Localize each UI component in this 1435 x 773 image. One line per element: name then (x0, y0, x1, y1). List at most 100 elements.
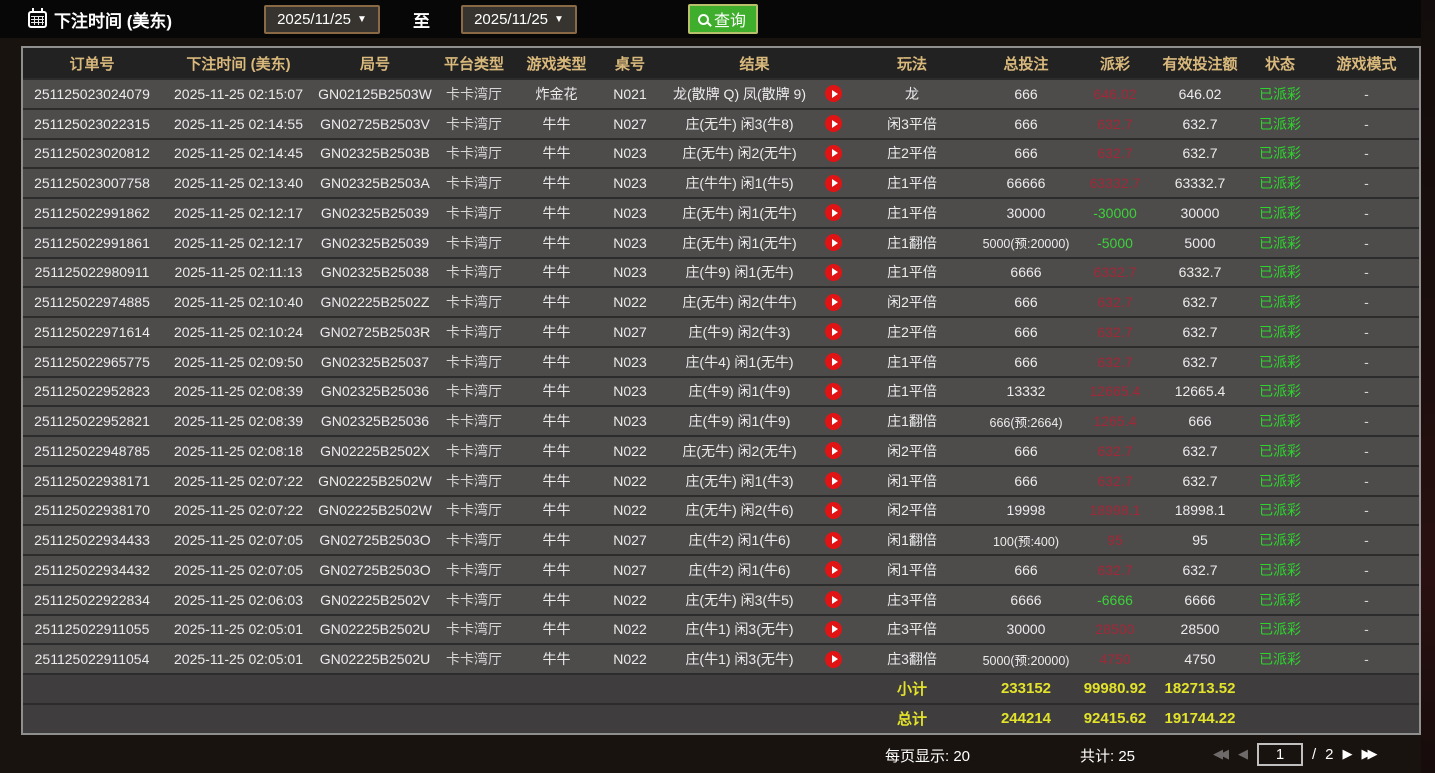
play-video-icon[interactable] (825, 502, 842, 519)
bet-time-cell: 2025-11-25 02:05:01 (161, 621, 316, 637)
platform-cell: 卡卡湾厅 (434, 143, 514, 163)
table-no-cell: N023 (599, 264, 661, 280)
subtotal-payout: 99980.92 (1076, 680, 1154, 697)
platform-cell: 卡卡湾厅 (434, 500, 514, 520)
play-video-icon[interactable] (825, 234, 842, 251)
result-cell: 庄(无牛) 闲3(牛8) (661, 114, 818, 134)
bet-time-cell: 2025-11-25 02:12:17 (161, 205, 316, 221)
round-id-cell: GN02325B2503A (316, 175, 434, 191)
platform-cell: 卡卡湾厅 (434, 114, 514, 134)
game-mode-cell: - (1314, 592, 1419, 608)
game-type-cell: 牛牛 (514, 411, 599, 431)
game-mode-cell: - (1314, 562, 1419, 578)
last-page-button[interactable]: ▶▶ (1362, 746, 1378, 762)
round-id-cell: GN02325B25037 (316, 354, 434, 370)
status-badge: 已派彩 (1246, 84, 1314, 104)
play-video-icon[interactable] (825, 651, 842, 668)
game-mode-cell: - (1314, 651, 1419, 667)
game-mode-cell: - (1314, 413, 1419, 429)
prev-page-button[interactable]: ◀ (1238, 746, 1248, 762)
table-no-cell: N027 (599, 532, 661, 548)
play-video-icon[interactable] (825, 442, 842, 459)
game-mode-cell: - (1314, 175, 1419, 191)
play-video-icon[interactable] (825, 85, 842, 102)
round-id-cell: GN02225B2502W (316, 473, 434, 489)
search-button[interactable]: 查询 (688, 4, 758, 34)
date-from-value: 2025/11/25 (277, 11, 351, 28)
per-page-label: 每页显示: 20 (885, 745, 970, 766)
status-badge: 已派彩 (1246, 381, 1314, 401)
result-cell: 庄(牛9) 闲1(无牛) (661, 262, 818, 282)
platform-cell: 卡卡湾厅 (434, 203, 514, 223)
status-badge: 已派彩 (1246, 500, 1314, 520)
total-bet-cell: 666 (976, 86, 1076, 102)
col-order-id: 订单号 (23, 53, 161, 74)
first-page-button[interactable]: ◀◀ (1213, 746, 1229, 762)
status-badge: 已派彩 (1246, 411, 1314, 431)
table-no-cell: N021 (599, 86, 661, 102)
play-video-icon[interactable] (825, 532, 842, 549)
platform-cell: 卡卡湾厅 (434, 352, 514, 372)
platform-cell: 卡卡湾厅 (434, 262, 514, 282)
table-row: 251125022974885 2025-11-25 02:10:40 GN02… (23, 286, 1419, 316)
table-row: 251125022980911 2025-11-25 02:11:13 GN02… (23, 257, 1419, 287)
play-video-icon[interactable] (825, 353, 842, 370)
game-type-cell: 牛牛 (514, 173, 599, 193)
total-valid: 191744.22 (1154, 710, 1246, 727)
bet-time-cell: 2025-11-25 02:08:39 (161, 383, 316, 399)
table-no-cell: N022 (599, 592, 661, 608)
page-number-input[interactable] (1257, 743, 1303, 766)
play-type-cell: 庄1平倍 (848, 173, 976, 193)
play-video-icon[interactable] (825, 621, 842, 638)
game-type-cell: 牛牛 (514, 262, 599, 282)
result-cell: 庄(无牛) 闲1(牛3) (661, 471, 818, 491)
play-video-icon[interactable] (825, 204, 842, 221)
status-badge: 已派彩 (1246, 292, 1314, 312)
game-mode-cell: - (1314, 294, 1419, 310)
table-no-cell: N023 (599, 235, 661, 251)
payout-cell: -30000 (1076, 205, 1154, 221)
play-video-icon[interactable] (825, 175, 842, 192)
game-type-cell: 牛牛 (514, 530, 599, 550)
result-cell: 庄(无牛) 闲2(牛牛) (661, 292, 818, 312)
play-video-icon[interactable] (825, 561, 842, 578)
play-video-icon[interactable] (825, 323, 842, 340)
round-id-cell: GN02225B2502W (316, 502, 434, 518)
table-row: 251125022991862 2025-11-25 02:12:17 GN02… (23, 197, 1419, 227)
col-game-type: 游戏类型 (514, 53, 599, 74)
order-id-cell: 251125022938170 (23, 502, 161, 518)
round-id-cell: GN02725B2503V (316, 116, 434, 132)
bet-time-cell: 2025-11-25 02:09:50 (161, 354, 316, 370)
game-mode-cell: - (1314, 532, 1419, 548)
play-type-cell: 龙 (848, 84, 976, 104)
date-from-select[interactable]: 2025/11/25 ▼ (264, 5, 380, 34)
play-type-cell: 闲1平倍 (848, 471, 976, 491)
date-range-to-label: 至 (413, 7, 430, 32)
result-cell: 庄(无牛) 闲2(无牛) (661, 441, 818, 461)
play-video-icon[interactable] (825, 383, 842, 400)
order-id-cell: 251125023020812 (23, 145, 161, 161)
play-type-cell: 庄2平倍 (848, 143, 976, 163)
play-video-icon[interactable] (825, 472, 842, 489)
table-no-cell: N027 (599, 324, 661, 340)
valid-bet-cell: 6666 (1154, 592, 1246, 608)
valid-bet-cell: 28500 (1154, 621, 1246, 637)
next-page-button[interactable]: ▶ (1343, 746, 1353, 762)
round-id-cell: GN02325B25039 (316, 205, 434, 221)
play-video-icon[interactable] (825, 145, 842, 162)
result-cell: 龙(散牌 Q) 凤(散牌 9) (661, 84, 818, 104)
order-id-cell: 251125022911055 (23, 621, 161, 637)
game-type-cell: 牛牛 (514, 352, 599, 372)
play-video-icon[interactable] (825, 115, 842, 132)
page-separator: / (1312, 746, 1316, 763)
result-cell: 庄(牛4) 闲1(无牛) (661, 352, 818, 372)
total-bet-cell: 30000 (976, 621, 1076, 637)
play-video-icon[interactable] (825, 294, 842, 311)
play-video-icon[interactable] (825, 591, 842, 608)
date-to-select[interactable]: 2025/11/25 ▼ (461, 5, 577, 34)
play-video-icon[interactable] (825, 413, 842, 430)
play-video-icon[interactable] (825, 264, 842, 281)
total-bet-cell: 6666 (976, 264, 1076, 280)
col-status: 状态 (1246, 53, 1314, 74)
payout-cell: -5000 (1076, 235, 1154, 251)
